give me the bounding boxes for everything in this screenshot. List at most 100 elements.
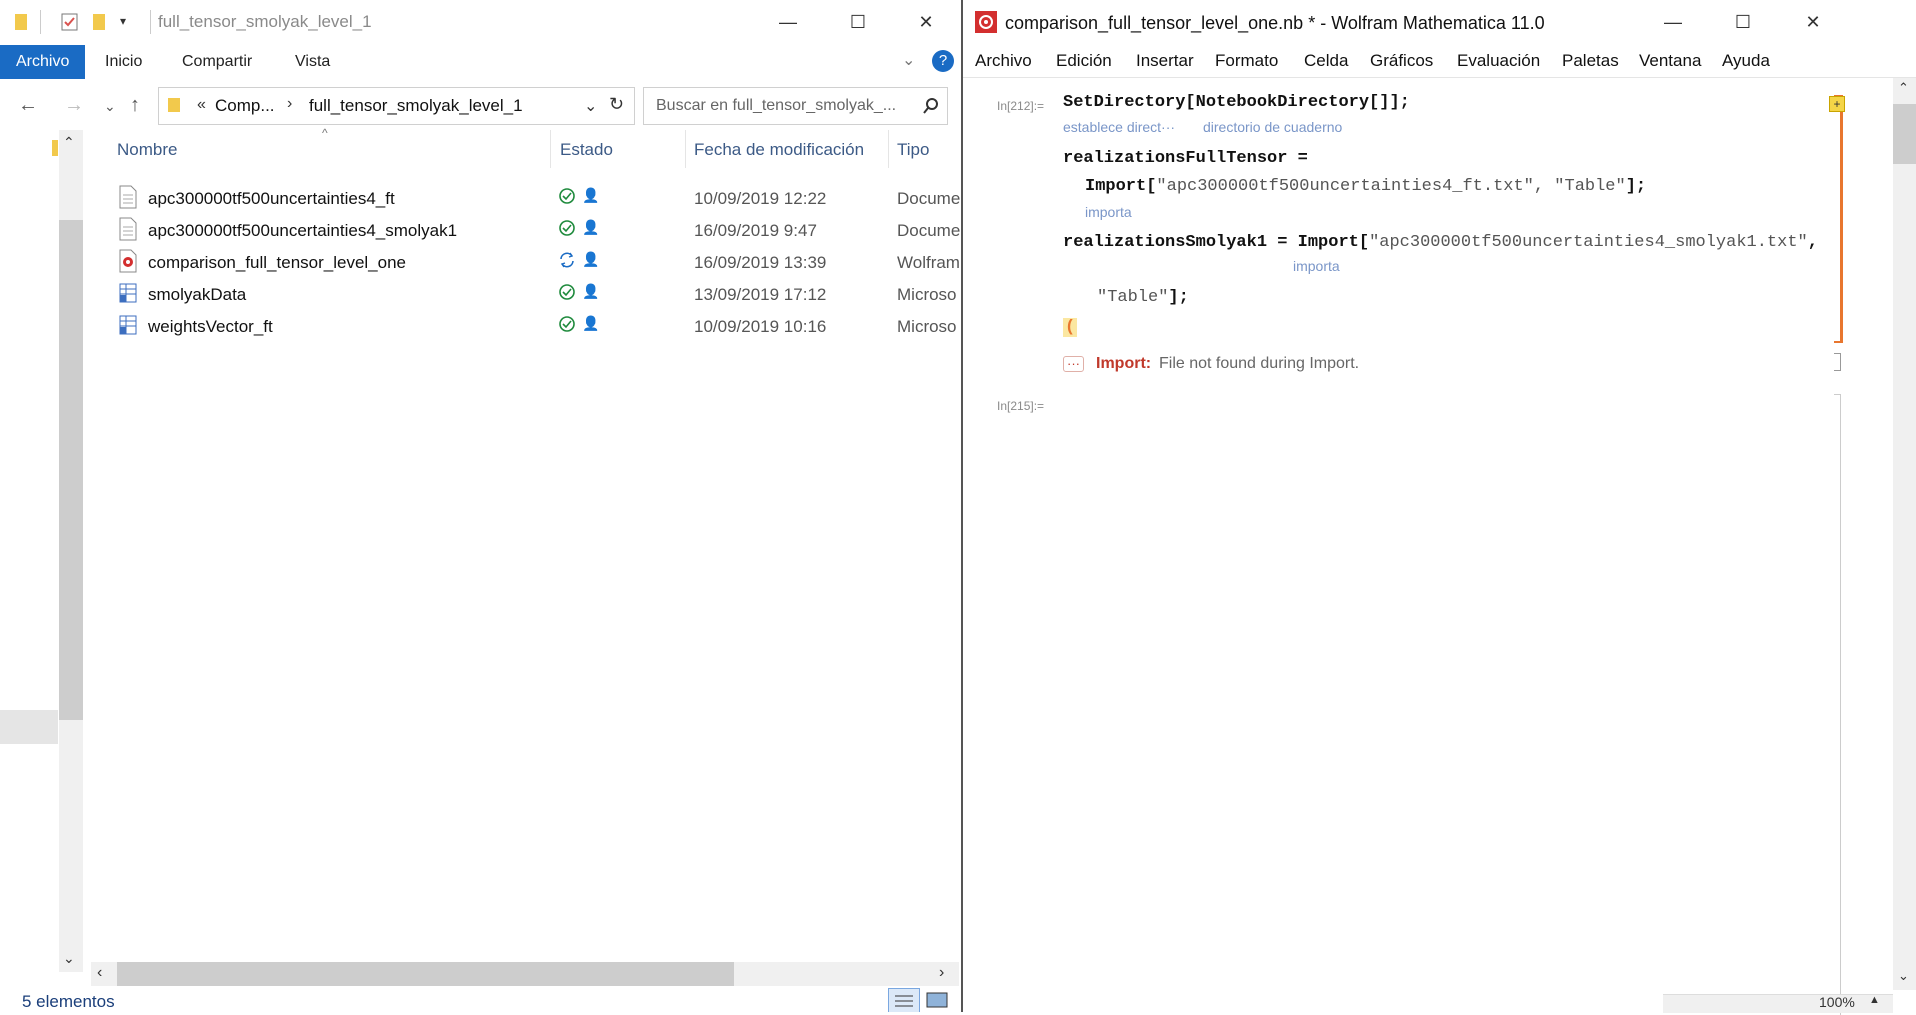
file-date: 16/09/2019 13:39 (694, 253, 827, 272)
breadcrumb-prefix: « (197, 96, 206, 113)
code-token: , (1807, 233, 1818, 252)
column-header-fecha[interactable]: Fecha de modificación (694, 140, 864, 160)
scrollbar-thumb[interactable] (59, 220, 83, 720)
code-line-import-smolyak[interactable]: realizationsSmolyak1 = Import["apc300000… (1063, 233, 1818, 252)
code-line-table-arg[interactable]: "Table"]; (1097, 288, 1189, 307)
menu-celda[interactable]: Celda (1304, 51, 1348, 71)
menu-edicion[interactable]: Edición (1056, 51, 1112, 71)
sort-ascending-icon: ^ (322, 126, 328, 140)
scroll-left-icon[interactable]: ‹ (97, 964, 102, 982)
expand-ribbon-icon[interactable]: ⌄ (902, 50, 915, 70)
large-icons-view-icon[interactable] (922, 988, 952, 1012)
code-line-set-directory[interactable]: SetDirectory[NotebookDirectory[]]; (1063, 93, 1410, 112)
new-folder-icon[interactable] (92, 12, 108, 32)
file-row[interactable]: weightsVector_ft 👤 10/09/2019 10:16 Micr… (112, 310, 957, 342)
file-row[interactable]: apc300000tf500uncertainties4_smolyak1 👤 … (112, 214, 961, 246)
code-line-assignment[interactable]: realizationsFullTensor = (1063, 149, 1308, 168)
scrollbar-thumb[interactable] (1893, 104, 1916, 164)
search-icon[interactable] (922, 97, 940, 115)
maximize-button[interactable]: ☐ (1715, 0, 1771, 45)
customize-quick-access-icon[interactable]: ▾ (120, 14, 126, 28)
column-header-nombre[interactable]: Nombre (117, 140, 177, 160)
file-row[interactable]: apc300000tf500uncertainties4_ft 👤 10/09/… (112, 182, 961, 214)
input-label: In[212]:= (997, 99, 1045, 113)
maximize-button[interactable]: ☐ (830, 0, 886, 45)
file-name: comparison_full_tensor_level_one (148, 253, 406, 272)
address-dropdown-icon[interactable]: ⌄ (584, 96, 597, 116)
help-icon[interactable]: ? (932, 50, 954, 72)
code-line-import-ft[interactable]: Import["apc300000tf500uncertainties4_ft.… (1085, 177, 1646, 196)
details-view-icon[interactable] (888, 988, 920, 1012)
scroll-up-icon[interactable]: ⌃ (1898, 80, 1909, 96)
scroll-down-icon[interactable]: ⌄ (1898, 968, 1909, 984)
unmatched-paren[interactable]: ( (1063, 318, 1078, 337)
tab-inicio[interactable]: Inicio (89, 45, 158, 79)
folder-icon (168, 98, 180, 112)
scroll-right-icon[interactable]: › (939, 964, 944, 982)
synced-icon (559, 188, 575, 204)
column-header-tipo[interactable]: Tipo (897, 140, 929, 160)
close-button[interactable]: ✕ (1785, 0, 1841, 45)
message-cell-bracket[interactable] (1834, 353, 1841, 371)
nav-pane-selected-item[interactable] (0, 710, 58, 744)
menu-graficos[interactable]: Gráficos (1370, 51, 1433, 71)
nav-pane-scrollbar[interactable]: ⌃ ⌄ (59, 130, 83, 972)
file-row[interactable]: smolyakData 👤 13/09/2019 17:12 Microso (112, 278, 957, 310)
add-cell-icon[interactable]: + (1829, 96, 1845, 112)
search-placeholder: Buscar en full_tensor_smolyak_... (656, 97, 897, 114)
code-hint: importa (1293, 258, 1340, 274)
file-name: apc300000tf500uncertainties4_smolyak1 (148, 221, 458, 240)
menu-paletas[interactable]: Paletas (1562, 51, 1619, 71)
menu-ventana[interactable]: Ventana (1639, 51, 1701, 71)
column-header-estado[interactable]: Estado (560, 140, 613, 160)
breadcrumb-separator-icon[interactable]: › (287, 95, 292, 113)
file-date: 10/09/2019 10:16 (694, 317, 827, 336)
message-text: File not found during Import. (1159, 355, 1360, 372)
recent-locations-icon[interactable]: ⌄ (104, 98, 116, 115)
status-item-count: 5 elementos (22, 992, 115, 1011)
cell-bracket[interactable] (1834, 95, 1843, 343)
tab-compartir[interactable]: Compartir (166, 45, 268, 79)
menu-evaluacion[interactable]: Evaluación (1457, 51, 1540, 71)
code-hint: establece direct··· (1063, 119, 1176, 135)
zoom-menu-icon[interactable]: ▲ (1869, 994, 1880, 1006)
minimize-button[interactable]: — (1645, 0, 1701, 45)
file-row[interactable]: comparison_full_tensor_level_one 👤 16/09… (112, 246, 960, 278)
search-box[interactable]: Buscar en full_tensor_smolyak_... (643, 87, 948, 125)
file-type: Docume (897, 221, 961, 240)
text-file-icon (119, 185, 137, 209)
minimize-button[interactable]: — (760, 0, 816, 45)
shared-user-icon: 👤 (582, 315, 600, 331)
horizontal-scrollbar[interactable]: ‹ › (91, 962, 959, 986)
notebook-scrollbar[interactable]: ⌃ ⌄ (1893, 78, 1916, 990)
thumbnail-icon (926, 992, 948, 1008)
back-arrow-icon[interactable]: ← (18, 94, 38, 117)
scroll-up-icon[interactable]: ⌃ (63, 134, 75, 151)
scrollbar-thumb[interactable] (117, 962, 734, 986)
message-menu-icon[interactable]: ··· (1063, 356, 1084, 372)
zoom-level[interactable]: 100% (1819, 994, 1855, 1010)
tab-archivo[interactable]: Archivo (0, 45, 86, 79)
status-bar (1663, 994, 1893, 1013)
tab-vista[interactable]: Vista (279, 45, 346, 79)
mathematica-logo-icon (975, 11, 997, 33)
up-arrow-icon[interactable]: ↑ (130, 94, 140, 117)
menu-ayuda[interactable]: Ayuda (1722, 51, 1770, 71)
menu-formato[interactable]: Formato (1215, 51, 1278, 71)
scroll-down-icon[interactable]: ⌄ (63, 950, 75, 967)
refresh-icon[interactable]: ↻ (609, 94, 624, 115)
address-bar[interactable]: « Comp... › full_tensor_smolyak_level_1 … (158, 87, 635, 125)
spreadsheet-file-icon (119, 283, 137, 303)
file-type: Docume (897, 189, 961, 208)
properties-icon[interactable] (60, 12, 80, 32)
forward-arrow-icon[interactable]: → (64, 94, 84, 117)
menu-insertar[interactable]: Insertar (1136, 51, 1194, 71)
file-name: apc300000tf500uncertainties4_ft (148, 189, 395, 208)
list-icon (895, 995, 913, 1007)
close-button[interactable]: ✕ (898, 0, 954, 45)
empty-cell-bracket[interactable] (1834, 394, 1841, 1015)
menu-archivo[interactable]: Archivo (975, 51, 1032, 71)
breadcrumb-item-comp[interactable]: Comp... (215, 96, 275, 116)
breadcrumb-item-current[interactable]: full_tensor_smolyak_level_1 (309, 96, 523, 116)
syncing-icon (560, 252, 574, 268)
